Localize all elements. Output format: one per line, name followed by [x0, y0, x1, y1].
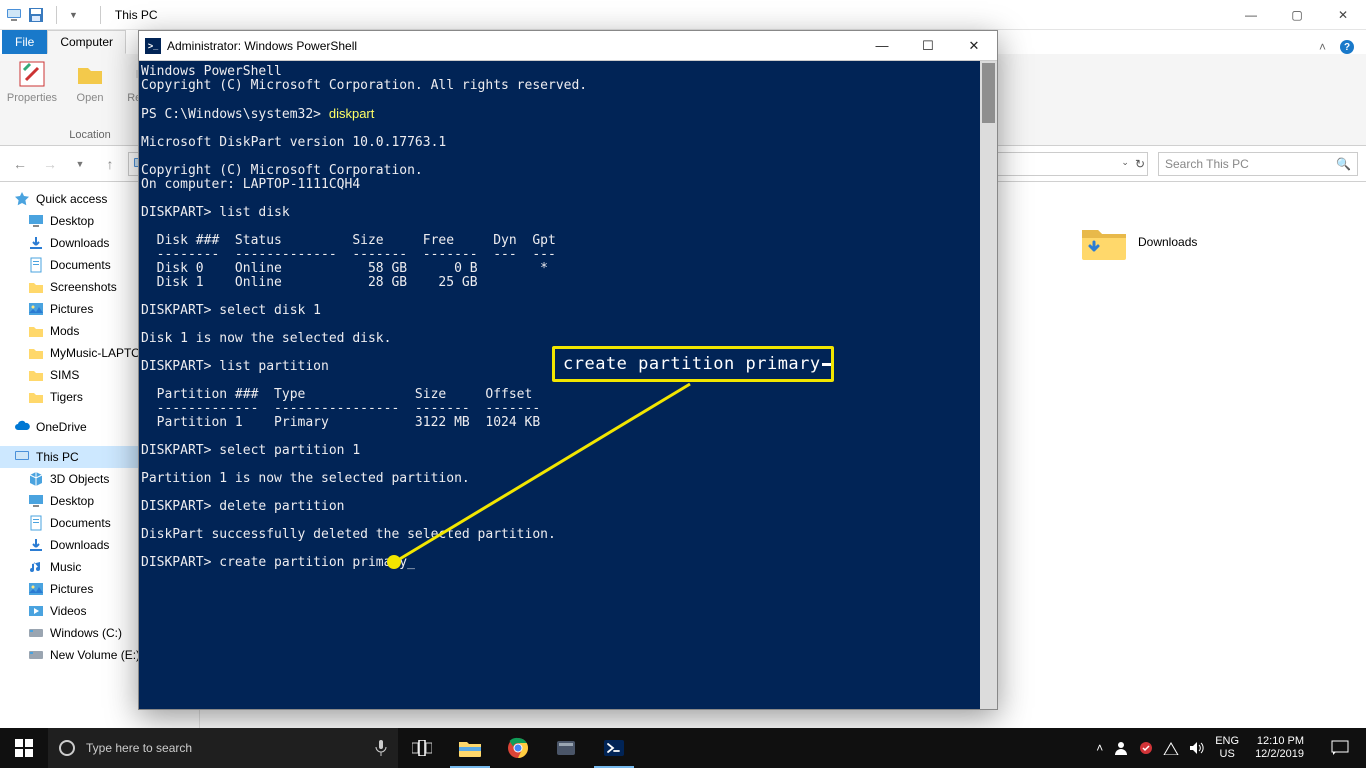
properties-button[interactable]: Properties	[6, 58, 58, 104]
quick-access-toolbar: ▼	[0, 6, 113, 24]
network-icon[interactable]	[1163, 741, 1179, 755]
ps-minimize-button[interactable]: —	[859, 31, 905, 61]
people-icon[interactable]	[1113, 740, 1129, 756]
up-button[interactable]: ↑	[98, 152, 122, 176]
search-box[interactable]: Search This PC 🔍	[1158, 152, 1358, 176]
recent-locations-button[interactable]: ▼	[68, 152, 92, 176]
item-icon	[28, 493, 44, 509]
tab-file[interactable]: File	[2, 30, 47, 54]
forward-button[interactable]: →	[38, 152, 62, 176]
powershell-icon	[603, 737, 625, 759]
annotation-callout: create partition primary	[552, 346, 834, 382]
microphone-icon[interactable]	[374, 739, 388, 757]
notification-icon	[1331, 740, 1349, 756]
item-icon	[28, 279, 44, 295]
ps-close-button[interactable]: ✕	[951, 31, 997, 61]
powershell-terminal[interactable]: Windows PowerShell Copyright (C) Microso…	[139, 61, 997, 709]
tray-chevron-icon[interactable]: ˄	[1096, 741, 1103, 755]
tab-computer[interactable]: Computer	[47, 30, 126, 54]
clock[interactable]: 12:10 PM 12/2/2019	[1249, 735, 1310, 761]
action-center-button[interactable]	[1320, 728, 1360, 768]
clock-time: 12:10 PM	[1255, 735, 1304, 748]
item-icon	[28, 625, 44, 641]
taskbar-chrome[interactable]	[494, 728, 542, 768]
this-pc-icon	[6, 7, 22, 23]
start-button[interactable]	[0, 728, 48, 768]
maximize-button[interactable]: ▢	[1274, 0, 1320, 30]
refresh-button[interactable]: ↻	[1135, 157, 1145, 171]
clock-date: 12/2/2019	[1255, 748, 1304, 761]
minimize-button[interactable]: —	[1228, 0, 1274, 30]
folder-icon	[458, 738, 482, 758]
back-button[interactable]: ←	[8, 152, 32, 176]
taskbar-search-placeholder: Type here to search	[86, 741, 192, 755]
powershell-titlebar[interactable]: >_ Administrator: Windows PowerShell — ☐…	[139, 31, 997, 61]
taskbar-powershell[interactable]	[590, 728, 638, 768]
help-icon[interactable]: ?	[1340, 40, 1354, 54]
item-icon	[28, 647, 44, 663]
scrollbar-thumb[interactable]	[982, 63, 995, 123]
app-icon	[555, 737, 577, 759]
ps-maximize-button[interactable]: ☐	[905, 31, 951, 61]
task-view-icon	[412, 740, 432, 756]
taskbar-app[interactable]	[542, 728, 590, 768]
taskbar-explorer[interactable]	[446, 728, 494, 768]
dropdown-icon[interactable]: ▼	[69, 10, 78, 20]
item-icon	[28, 537, 44, 553]
search-icon: 🔍	[1336, 157, 1351, 171]
close-button[interactable]: ✕	[1320, 0, 1366, 30]
cursor-icon	[822, 363, 831, 366]
item-icon	[28, 471, 44, 487]
security-icon[interactable]	[1139, 741, 1153, 755]
item-icon	[28, 235, 44, 251]
item-icon	[28, 345, 44, 361]
open-icon	[74, 58, 106, 90]
item-icon	[28, 367, 44, 383]
folder-icon	[1080, 222, 1128, 262]
item-icon	[28, 257, 44, 273]
item-icon	[28, 515, 44, 531]
scrollbar-vertical[interactable]	[980, 61, 997, 709]
this-pc-icon	[14, 449, 30, 465]
properties-icon	[16, 58, 48, 90]
windows-icon	[15, 739, 33, 757]
task-view-button[interactable]	[398, 728, 446, 768]
ribbon-group-location: Location	[69, 129, 111, 141]
callout-text: create partition primary	[563, 354, 821, 374]
open-button[interactable]: Open	[64, 58, 116, 104]
item-icon	[28, 581, 44, 597]
explorer-titlebar: ▼ This PC — ▢ ✕	[0, 0, 1366, 30]
taskbar: Type here to search ˄ ENG US 12:10 PM 12…	[0, 728, 1366, 768]
ribbon-collapse-icon[interactable]: ˄	[1319, 40, 1326, 54]
language-indicator[interactable]: ENG US	[1215, 735, 1239, 761]
search-placeholder: Search This PC	[1165, 157, 1249, 171]
item-icon	[28, 559, 44, 575]
star-icon	[14, 191, 30, 207]
taskbar-search[interactable]: Type here to search	[48, 728, 398, 768]
cloud-icon	[14, 419, 30, 435]
volume-icon[interactable]	[1189, 741, 1205, 755]
addr-dropdown-icon[interactable]: ⌄	[1121, 157, 1129, 171]
folder-downloads[interactable]: Downloads	[1080, 222, 1200, 262]
item-icon	[28, 213, 44, 229]
window-title: This PC	[113, 8, 158, 22]
item-icon	[28, 603, 44, 619]
item-icon	[28, 323, 44, 339]
item-icon	[28, 389, 44, 405]
chrome-icon	[507, 737, 529, 759]
system-tray: ˄ ENG US 12:10 PM 12/2/2019	[1096, 728, 1366, 768]
save-icon[interactable]	[28, 7, 44, 23]
cortana-icon	[58, 739, 76, 757]
powershell-icon: >_	[145, 38, 161, 54]
item-icon	[28, 301, 44, 317]
powershell-title: Administrator: Windows PowerShell	[167, 39, 357, 53]
